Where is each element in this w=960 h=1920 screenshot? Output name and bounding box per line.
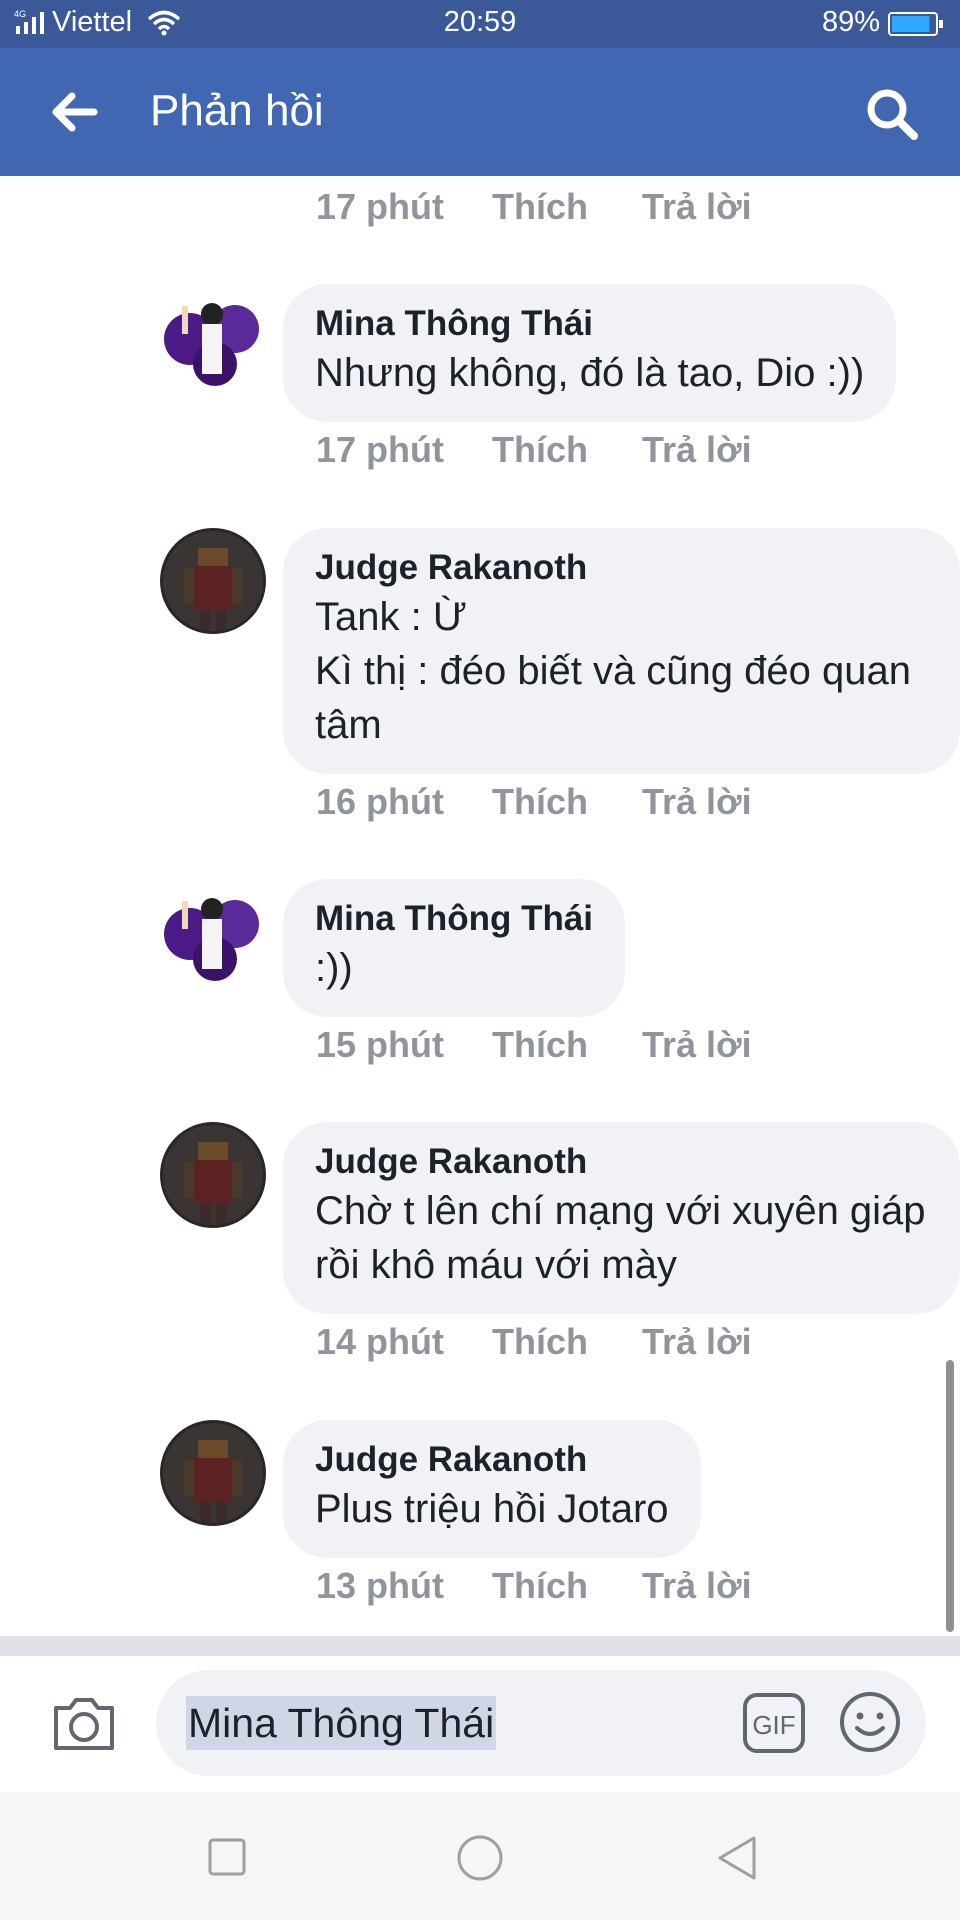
clock: 20:59 (443, 6, 517, 38)
comment-author[interactable]: Mina Thông Thái (315, 897, 593, 941)
like-link[interactable]: Thích (492, 184, 642, 230)
reply-link[interactable]: Trả lời (642, 1022, 782, 1068)
comment-actions: 17 phút Thích Trả lời (316, 184, 782, 230)
reply-link[interactable]: Trả lời (642, 1319, 782, 1365)
comment-list[interactable]: 17 phút Thích Trả lời Mina Thông Thái Nh (0, 176, 960, 1636)
gif-label: GIF (752, 1710, 795, 1740)
comment-author[interactable]: Judge Rakanoth (315, 546, 928, 590)
reply-link[interactable]: Trả lời (642, 427, 782, 473)
comment-time: 13 phút (316, 1565, 445, 1606)
comment-bubble[interactable]: Judge Rakanoth Plus triệu hồi Jotaro (283, 1420, 701, 1558)
scrollbar[interactable] (946, 1360, 954, 1632)
comment-time: 17 phút (316, 429, 445, 470)
app-header: Phản hồi (0, 48, 960, 176)
camera-button[interactable] (50, 1692, 118, 1754)
user-avatar-icon (160, 1122, 266, 1228)
comment-bubble[interactable]: Judge Rakanoth Tank : Ừ Kì thị : đéo biế… (283, 528, 960, 774)
home-button[interactable] (456, 1834, 504, 1882)
triangle-back-icon (718, 1836, 756, 1880)
like-link[interactable]: Thích (492, 779, 642, 825)
like-link[interactable]: Thích (492, 1022, 642, 1068)
reply-link[interactable]: Trả lời (642, 184, 782, 230)
user-avatar-icon (160, 284, 266, 390)
battery-icon (888, 12, 943, 36)
comment-text: :)) (315, 946, 353, 990)
back-button[interactable] (44, 86, 104, 138)
comment-bubble[interactable]: Mina Thông Thái :)) (283, 879, 626, 1017)
search-icon (867, 89, 918, 140)
comment-author[interactable]: Judge Rakanoth (315, 1140, 928, 1184)
comment-bubble[interactable]: Mina Thông Thái Nhưng không, đó là tao, … (283, 284, 897, 422)
reply-link[interactable]: Trả lời (642, 1563, 782, 1609)
comment-input-value[interactable]: Mina Thông Thái (186, 1696, 497, 1750)
emoji-button[interactable] (838, 1690, 902, 1754)
gif-button[interactable]: GIF (742, 1692, 806, 1754)
avatar[interactable] (160, 1420, 266, 1526)
comment-author[interactable]: Judge Rakanoth (315, 1438, 669, 1482)
comment-time: 16 phút (316, 781, 445, 822)
circle-icon (457, 1835, 503, 1881)
avatar[interactable] (160, 1122, 266, 1228)
comment-bubble[interactable]: Judge Rakanoth Chờ t lên chí mạng với xu… (283, 1122, 960, 1314)
divider (0, 1636, 960, 1656)
comment-actions: 13 phút Thích Trả lời (316, 1563, 782, 1609)
recent-apps-button[interactable] (208, 1838, 246, 1876)
like-link[interactable]: Thích (492, 1563, 642, 1609)
comment-composer: Mina Thông Thái GIF (0, 1656, 960, 1792)
comment-author[interactable]: Mina Thông Thái (315, 302, 864, 346)
comment-actions: 16 phút Thích Trả lời (316, 779, 782, 825)
like-link[interactable]: Thích (492, 427, 642, 473)
user-avatar-icon (160, 528, 266, 634)
avatar[interactable] (160, 284, 266, 390)
reply-link[interactable]: Trả lời (642, 779, 782, 825)
system-back-button[interactable] (714, 1834, 760, 1882)
square-icon (208, 1838, 246, 1876)
user-avatar-icon (160, 1420, 266, 1526)
search-button[interactable] (862, 84, 922, 144)
comment-time: 14 phút (316, 1321, 445, 1362)
camera-icon (54, 1698, 114, 1750)
comment-actions: 14 phút Thích Trả lời (316, 1319, 782, 1365)
gif-icon: GIF (743, 1693, 805, 1753)
comment-time: 17 phút (316, 186, 445, 227)
battery-percent: 89% (821, 6, 880, 38)
arrow-left-icon (52, 92, 98, 132)
avatar[interactable] (160, 879, 266, 985)
comment-text: Nhưng không, đó là tao, Dio :)) (315, 351, 865, 395)
status-bar: 4G Viettel 20:59 89% (0, 0, 960, 48)
comment-actions: 17 phút Thích Trả lời (316, 427, 782, 473)
smiley-icon (840, 1692, 900, 1752)
comment-actions: 15 phút Thích Trả lời (316, 1022, 782, 1068)
comment-time: 15 phút (316, 1024, 445, 1065)
comment-text: Plus triệu hồi Jotaro (315, 1487, 669, 1531)
avatar[interactable] (160, 528, 266, 634)
comment-text: Chờ t lên chí mạng với xuyên giáp rồi kh… (315, 1189, 926, 1287)
comment-text: Tank : Ừ Kì thị : đéo biết và cũng đéo q… (315, 595, 911, 747)
user-avatar-icon (160, 879, 266, 985)
page-title: Phản hồi (150, 86, 324, 135)
app-screen: 4G Viettel 20:59 89% Phản hồi 17 phút Th… (0, 0, 960, 1920)
like-link[interactable]: Thích (492, 1319, 642, 1365)
comment-input[interactable]: Mina Thông Thái GIF (156, 1670, 926, 1776)
system-nav-bar (0, 1792, 960, 1920)
